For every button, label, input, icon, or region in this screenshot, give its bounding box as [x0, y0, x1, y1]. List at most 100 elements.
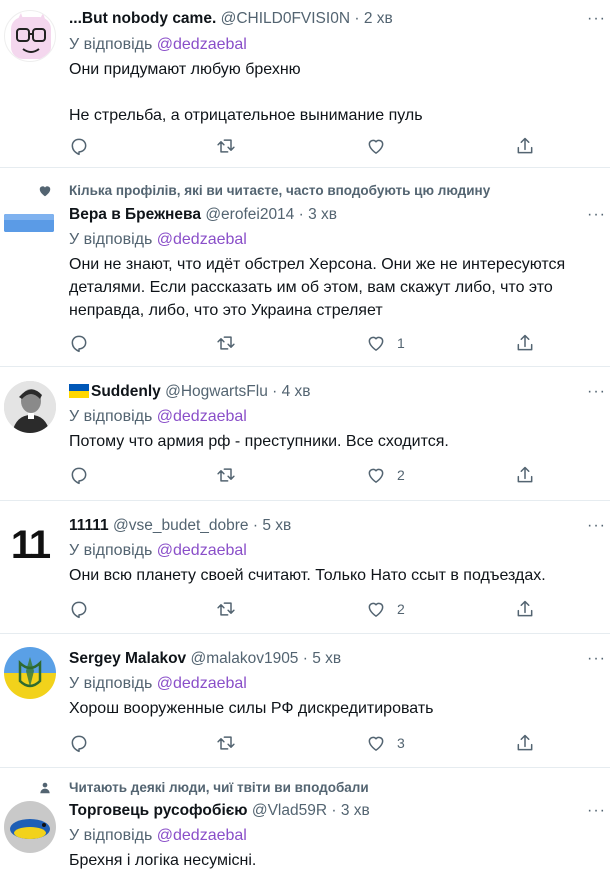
tweet-text-line: Они придумают любую брехню	[69, 61, 301, 78]
retweet-button[interactable]	[216, 599, 236, 619]
author-handle[interactable]: @vse_budet_dobre	[113, 517, 249, 534]
tweet-text: Они придумают любую брехню Не стрельба, …	[69, 58, 604, 127]
reply-handle-link[interactable]: @dedzaebal	[157, 675, 247, 692]
reply-button[interactable]	[69, 136, 89, 156]
author-name[interactable]: ...But nobody came.	[69, 10, 216, 27]
author-handle[interactable]: @Vlad59R	[252, 802, 327, 819]
retweet-button[interactable]	[216, 333, 236, 353]
reply-context: У відповідь @dedzaebal	[69, 35, 247, 55]
heart-icon	[39, 186, 51, 197]
like-count: 3	[397, 735, 405, 751]
social-context[interactable]: Кілька профілів, які ви читаєте, часто в…	[69, 183, 490, 198]
share-button[interactable]	[515, 733, 535, 753]
author-name[interactable]: Sergey Malakov	[69, 650, 186, 667]
author-handle[interactable]: @CHILD0FVISI0N	[221, 10, 350, 27]
social-context[interactable]: Читають деякі люди, чиї твіти ви вподоба…	[69, 780, 369, 795]
dot-separator: ·	[331, 802, 337, 819]
reply-icon	[71, 335, 87, 353]
author-name[interactable]: Торговець русофобією	[69, 802, 248, 819]
tweet-text-line: Потому что армия рф - преступники. Все с…	[69, 433, 449, 450]
avatar[interactable]: 11	[4, 519, 56, 571]
reply-handle-link[interactable]: @dedzaebal	[157, 827, 247, 844]
tweet-text-line: Они не знают, что идёт обстрел Херсона. …	[69, 256, 566, 319]
reply-button[interactable]	[69, 733, 89, 753]
tweet-time[interactable]: 5 хв	[262, 517, 291, 534]
avatar[interactable]	[4, 647, 56, 699]
like-count: 1	[397, 335, 405, 351]
reply-icon	[71, 467, 87, 485]
reply-icon	[71, 735, 87, 753]
dot-separator: ·	[298, 206, 304, 223]
more-icon[interactable]: ···	[587, 518, 606, 534]
reply-context: У відповідь @dedzaebal	[69, 407, 247, 427]
reply-button[interactable]	[69, 599, 89, 619]
reply-button[interactable]	[69, 465, 89, 485]
author-name[interactable]: 11111	[69, 517, 109, 534]
like-button[interactable]	[366, 136, 397, 156]
retweet-button[interactable]	[216, 136, 236, 156]
like-button[interactable]: 2	[366, 599, 405, 619]
tweet-1[interactable]: Кілька профілів, які ви читаєте, часто в…	[0, 168, 610, 367]
tweet-0[interactable]: ...But nobody came. @CHILD0FVISI0N · 2 х…	[0, 0, 610, 168]
like-button[interactable]: 3	[366, 733, 405, 753]
reply-prefix: У відповідь	[69, 542, 153, 559]
tweet-time[interactable]: 2 хв	[364, 10, 393, 27]
author-handle[interactable]: @erofei2014	[205, 206, 294, 223]
share-button[interactable]	[515, 136, 535, 156]
like-button[interactable]: 1	[366, 333, 405, 353]
tweet-actions: 3	[69, 733, 539, 755]
tweet-header: Вера в Брежнева @erofei2014 · 3 хв	[69, 205, 337, 225]
reply-handle-link[interactable]: @dedzaebal	[157, 542, 247, 559]
tweet-text-line: Брехня і логіка несумісні.	[69, 852, 257, 869]
like-count: 2	[397, 467, 405, 483]
share-button[interactable]	[515, 333, 535, 353]
share-button[interactable]	[515, 465, 535, 485]
tweet-time[interactable]: 5 хв	[312, 650, 341, 667]
more-icon[interactable]: ···	[587, 651, 606, 667]
reply-prefix: У відповідь	[69, 675, 153, 692]
tweet-header: Sergey Malakov @malakov1905 · 5 хв	[69, 649, 341, 669]
tweet-text: Хорош вооруженные силы РФ дискредитирова…	[69, 697, 604, 720]
tweet-text-line: Хорош вооруженные силы РФ дискредитирова…	[69, 700, 434, 717]
reply-handle-link[interactable]: @dedzaebal	[157, 231, 247, 248]
tweet-header: ...But nobody came. @CHILD0FVISI0N · 2 х…	[69, 9, 393, 29]
tweet-4[interactable]: Sergey Malakov @malakov1905 · 5 хв ··· У…	[0, 634, 610, 768]
like-icon	[368, 468, 384, 483]
like-button[interactable]: 2	[366, 465, 405, 485]
avatar[interactable]	[4, 381, 56, 433]
more-icon[interactable]: ···	[587, 11, 606, 27]
tweet-time[interactable]: 4 хв	[282, 383, 311, 400]
avatar[interactable]	[4, 801, 56, 853]
retweet-button[interactable]	[216, 465, 236, 485]
author-handle[interactable]: @HogwartsFlu	[165, 383, 268, 400]
reply-context: У відповідь @dedzaebal	[69, 541, 247, 561]
tweet-2[interactable]: Suddenly @HogwartsFlu · 4 хв ··· У відпо…	[0, 367, 610, 501]
more-icon[interactable]: ···	[587, 384, 606, 400]
tweet-time[interactable]: 3 хв	[308, 206, 337, 223]
retweet-button[interactable]	[216, 733, 236, 753]
tweet-text-line: Они всю планету своей считают. Только На…	[69, 567, 546, 584]
share-button[interactable]	[515, 599, 535, 619]
author-name[interactable]: Вера в Брежнева	[69, 206, 201, 223]
reply-handle-link[interactable]: @dedzaebal	[157, 408, 247, 425]
share-icon	[517, 600, 533, 617]
share-icon	[517, 734, 533, 751]
avatar[interactable]	[4, 10, 56, 62]
reply-button[interactable]	[69, 333, 89, 353]
avatar[interactable]	[4, 214, 54, 232]
more-icon[interactable]: ···	[587, 207, 606, 223]
more-icon[interactable]: ···	[587, 803, 606, 819]
author-handle[interactable]: @malakov1905	[191, 650, 299, 667]
tweet-5[interactable]: Читають деякі люди, чиї твіти ви вподоба…	[0, 768, 610, 880]
ukraine-flag-icon	[69, 384, 89, 398]
reply-handle-link[interactable]: @dedzaebal	[157, 36, 247, 53]
tweet-text: Потому что армия рф - преступники. Все с…	[69, 430, 604, 453]
like-icon	[368, 336, 384, 351]
share-icon	[517, 466, 533, 483]
tweet-3[interactable]: 11 11111 @vse_budet_dobre · 5 хв ··· У в…	[0, 501, 610, 634]
tweet-actions: 1	[69, 333, 539, 355]
author-name[interactable]: Suddenly	[91, 383, 161, 400]
tweet-time[interactable]: 3 хв	[341, 802, 370, 819]
dot-separator: ·	[354, 10, 360, 27]
reply-prefix: У відповідь	[69, 827, 153, 844]
